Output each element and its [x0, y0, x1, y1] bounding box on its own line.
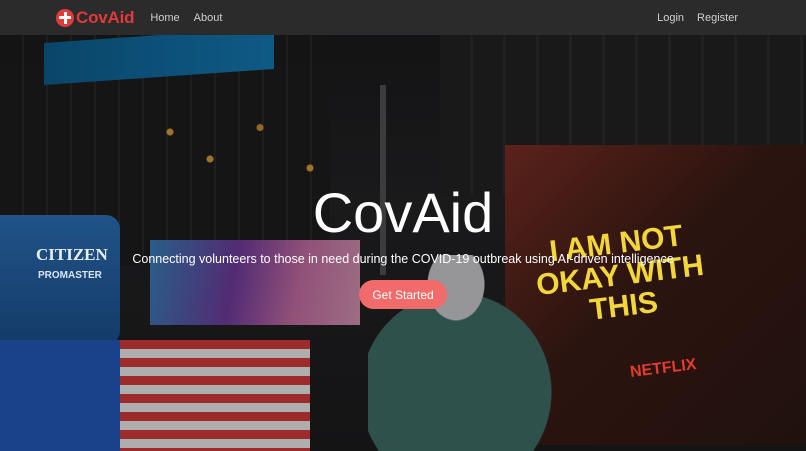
navbar: CovAid Home About Login Register	[0, 0, 806, 35]
nav-link-register[interactable]: Register	[697, 12, 738, 24]
nav-link-about[interactable]: About	[194, 12, 223, 24]
hero-content: CovAid Connecting volunteers to those in…	[0, 0, 806, 451]
nav-link-home[interactable]: Home	[150, 12, 179, 24]
hero-subtitle: Connecting volunteers to those in need d…	[132, 252, 674, 266]
brand-name: CovAid	[76, 7, 135, 27]
nav-link-login[interactable]: Login	[657, 12, 684, 24]
hero-title: CovAid	[312, 181, 494, 244]
red-cross-icon	[56, 8, 74, 27]
nav-auth-links: Login Register	[644, 12, 738, 24]
brand-logo[interactable]: CovAid	[56, 7, 135, 28]
get-started-button[interactable]: Get Started	[359, 280, 447, 309]
